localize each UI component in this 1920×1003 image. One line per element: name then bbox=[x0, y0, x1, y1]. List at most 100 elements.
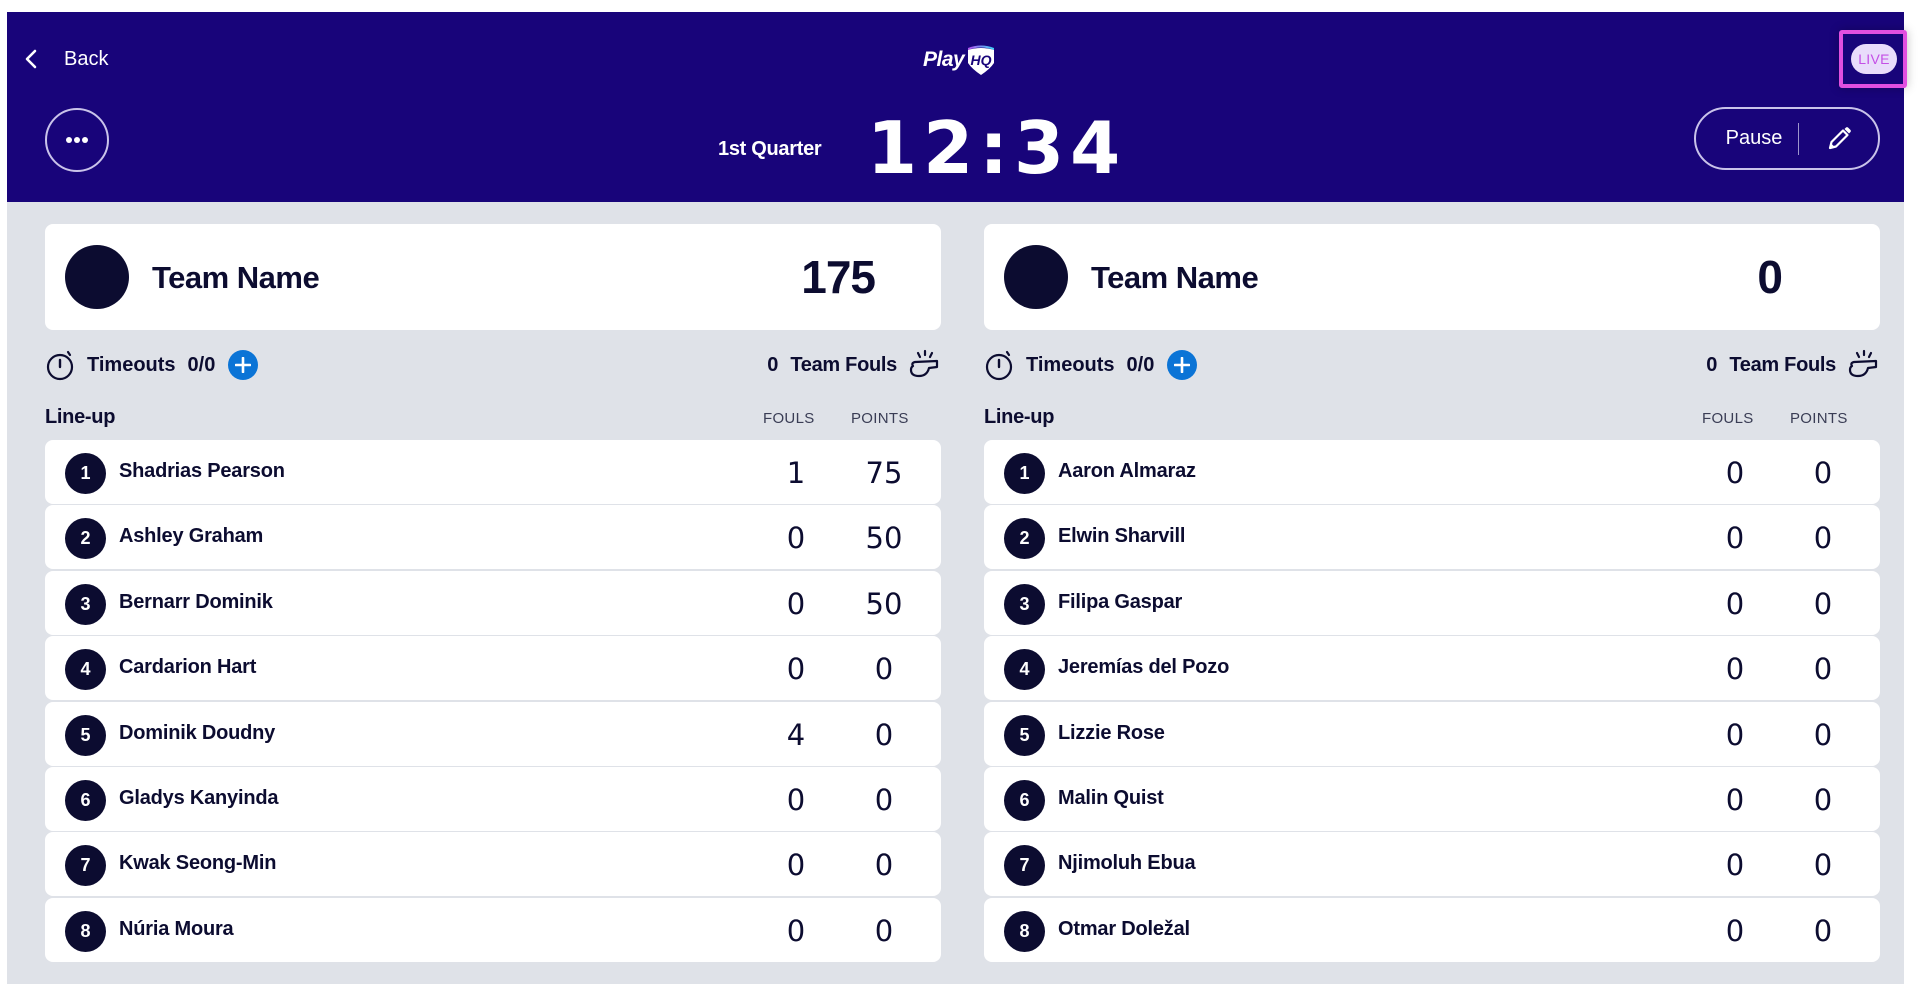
timeouts-label: Timeouts bbox=[87, 353, 176, 376]
team-name: Team Name bbox=[1091, 260, 1259, 295]
player-fouls: 0 bbox=[786, 652, 806, 687]
player-name: Njimoluh Ebua bbox=[1058, 852, 1196, 875]
player-name: Lizzie Rose bbox=[1058, 721, 1165, 744]
player-number-badge: 4 bbox=[65, 649, 106, 691]
player-name: Filipa Gaspar bbox=[1058, 590, 1183, 613]
player-fouls: 0 bbox=[1725, 913, 1745, 948]
player-name: Shadrias Pearson bbox=[119, 460, 285, 482]
player-row[interactable]: 4 Cardarion Hart 0 0 bbox=[45, 636, 941, 701]
team-fouls[interactable]: 0 Team Fouls bbox=[1706, 349, 1880, 381]
player-points: 75 bbox=[865, 456, 903, 490]
player-row[interactable]: 8 Otmar Doležal 0 0 bbox=[984, 897, 1880, 962]
player-number-badge: 3 bbox=[1004, 583, 1045, 625]
player-points: 0 bbox=[1813, 521, 1833, 556]
team-logo bbox=[65, 245, 129, 309]
live-badge: LIVE bbox=[1851, 44, 1897, 74]
player-name: Bernarr Dominik bbox=[119, 590, 273, 613]
player-points: 0 bbox=[1813, 652, 1833, 687]
player-fouls: 0 bbox=[786, 848, 806, 883]
logo-play-text: Play bbox=[923, 48, 965, 71]
back-button[interactable]: Back bbox=[24, 42, 108, 76]
back-label: Back bbox=[64, 47, 109, 70]
player-fouls: 0 bbox=[1725, 782, 1745, 817]
player-name: Aaron Almaraz bbox=[1058, 460, 1196, 482]
pause-button[interactable]: Pause bbox=[1696, 127, 1798, 150]
player-name: Elwin Sharvill bbox=[1058, 525, 1186, 548]
player-list: 1 Shadrias Pearson 1 75 2 Ashley Graham 0 5 0 3 Be… bbox=[45, 440, 941, 962]
player-row[interactable]: 1 Shadrias Pearson 1 75 bbox=[45, 440, 941, 504]
home-team-panel: Team Name 175 Timeouts 0/0 0 Team Fouls bbox=[45, 224, 941, 963]
player-points: 0 bbox=[874, 782, 894, 817]
player-fouls: 0 bbox=[1725, 521, 1745, 556]
whistle-icon bbox=[1848, 349, 1878, 378]
player-row[interactable]: 8 Núria Moura 0 0 bbox=[45, 897, 941, 962]
timeouts-label: Timeouts bbox=[1026, 353, 1115, 376]
game-clock[interactable]: 12:34 bbox=[867, 108, 1126, 188]
team-name: Team Name bbox=[152, 260, 320, 295]
player-points: 0 bbox=[874, 848, 894, 883]
player-row[interactable]: 7 Kwak Seong-Min 0 0 bbox=[45, 832, 941, 897]
player-row[interactable]: 6 Malin Quist 0 0 bbox=[984, 766, 1880, 831]
player-row[interactable]: 3 Filipa Gaspar 0 0 bbox=[984, 570, 1880, 635]
player-row[interactable]: 5 Dominik Doudny 4 0 bbox=[45, 701, 941, 766]
player-fouls: 0 bbox=[1725, 717, 1745, 752]
player-number-badge: 6 bbox=[65, 779, 106, 821]
player-number-badge: 2 bbox=[1004, 518, 1045, 560]
edit-clock-button[interactable] bbox=[1799, 126, 1878, 152]
player-fouls: 0 bbox=[786, 913, 806, 948]
shield-icon: HQ bbox=[968, 45, 995, 75]
player-number-badge: 5 bbox=[65, 714, 106, 756]
team-meta-row: Timeouts 0/0 0 Team Fouls bbox=[45, 330, 941, 386]
player-points: 0 bbox=[1813, 586, 1833, 621]
more-options-button[interactable] bbox=[45, 108, 109, 172]
plus-icon bbox=[235, 357, 252, 373]
player-row[interactable]: 7 Njimoluh Ebua 0 0 bbox=[984, 832, 1880, 897]
team-score: 175 bbox=[801, 251, 876, 303]
player-fouls: 0 bbox=[1725, 456, 1745, 490]
player-points: 0 bbox=[874, 913, 894, 948]
team-fouls[interactable]: 0 Team Fouls bbox=[767, 349, 941, 381]
fouls-column-header: FOULS bbox=[1702, 410, 1754, 427]
lineup-title: Line-up bbox=[984, 406, 1055, 428]
player-number-badge: 2 bbox=[65, 518, 106, 560]
player-number-badge: 8 bbox=[65, 910, 106, 952]
player-number-badge: 1 bbox=[65, 453, 106, 494]
player-number-badge: 3 bbox=[65, 583, 106, 625]
timeouts-value: 0/0 bbox=[1126, 353, 1155, 376]
player-row[interactable]: 3 Bernarr Dominik 0 50 bbox=[45, 570, 941, 635]
player-points: 0 bbox=[1813, 717, 1833, 752]
player-row[interactable]: 6 Gladys Kanyinda 0 0 bbox=[45, 766, 941, 831]
player-row[interactable]: 4 Jeremías del Pozo 0 0 bbox=[984, 636, 1880, 701]
more-horizontal-icon bbox=[66, 137, 88, 143]
team-meta-row: Timeouts 0/0 0 Team Fouls bbox=[984, 330, 1880, 386]
player-name: Gladys Kanyinda bbox=[119, 786, 279, 809]
team-score: 0 bbox=[1757, 251, 1783, 303]
player-name: Cardarion Hart bbox=[119, 656, 257, 679]
player-row[interactable]: 2 Ashley Graham 0 50 bbox=[45, 505, 941, 570]
team-fouls-label: Team Fouls bbox=[1729, 353, 1836, 376]
player-row[interactable]: 1 Aaron Almaraz 0 0 bbox=[984, 440, 1880, 504]
lineup-title: Line-up bbox=[45, 406, 116, 428]
player-row[interactable]: 2 Elwin Sharvill 0 0 bbox=[984, 505, 1880, 570]
player-fouls: 0 bbox=[1725, 652, 1745, 687]
clock-controls: Pause bbox=[1694, 107, 1880, 170]
points-column-header: POINTS bbox=[1790, 410, 1848, 427]
player-number-badge: 1 bbox=[1004, 453, 1045, 494]
player-fouls: 0 bbox=[786, 782, 806, 817]
game-header: Back Play HQ 1st Quarter 12:34 Pause bbox=[7, 12, 1904, 202]
team-fouls-label: Team Fouls bbox=[790, 353, 897, 376]
player-points: 0 bbox=[874, 717, 894, 752]
player-row[interactable]: 5 Lizzie Rose 0 0 bbox=[984, 701, 1880, 766]
away-team-panel: Team Name 0 Timeouts 0/0 0 Team Fouls Li… bbox=[984, 224, 1880, 963]
player-fouls: 0 bbox=[1725, 848, 1745, 883]
player-number-badge: 5 bbox=[1004, 714, 1045, 756]
add-timeout-button[interactable] bbox=[228, 350, 259, 380]
team-logo bbox=[1004, 245, 1068, 309]
add-timeout-button[interactable] bbox=[1167, 350, 1198, 380]
player-name: Ashley Graham bbox=[119, 525, 264, 548]
period-label: 1st Quarter bbox=[718, 138, 822, 160]
fouls-column-header: FOULS bbox=[763, 410, 815, 427]
player-fouls: 1 bbox=[786, 456, 806, 490]
points-column-header: POINTS bbox=[851, 410, 909, 427]
team-card: Team Name 0 bbox=[984, 224, 1880, 330]
